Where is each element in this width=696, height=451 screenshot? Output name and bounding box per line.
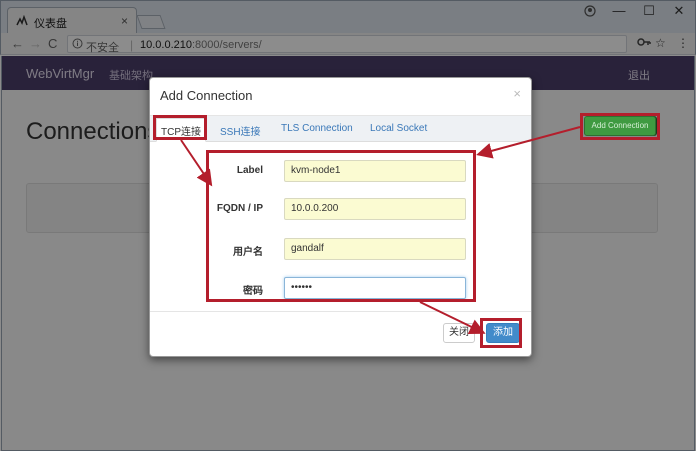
annotation-box-add-connection	[580, 113, 660, 140]
annotation-box-form	[206, 150, 476, 302]
annotation-box-add-button	[480, 318, 522, 348]
connection-type-tabs: TCP连接 SSH连接 TLS Connection Local Socket	[150, 116, 531, 142]
annotation-box-tcp-tab	[153, 115, 207, 140]
modal-footer-divider	[150, 311, 531, 312]
modal-title: Add Connection	[160, 88, 253, 103]
tab-ssh[interactable]: SSH连接	[220, 123, 261, 138]
tab-tls[interactable]: TLS Connection	[281, 123, 353, 134]
close-icon[interactable]: ×	[513, 86, 521, 101]
close-button[interactable]: 关闭	[443, 323, 475, 343]
tab-local-socket[interactable]: Local Socket	[370, 123, 427, 134]
